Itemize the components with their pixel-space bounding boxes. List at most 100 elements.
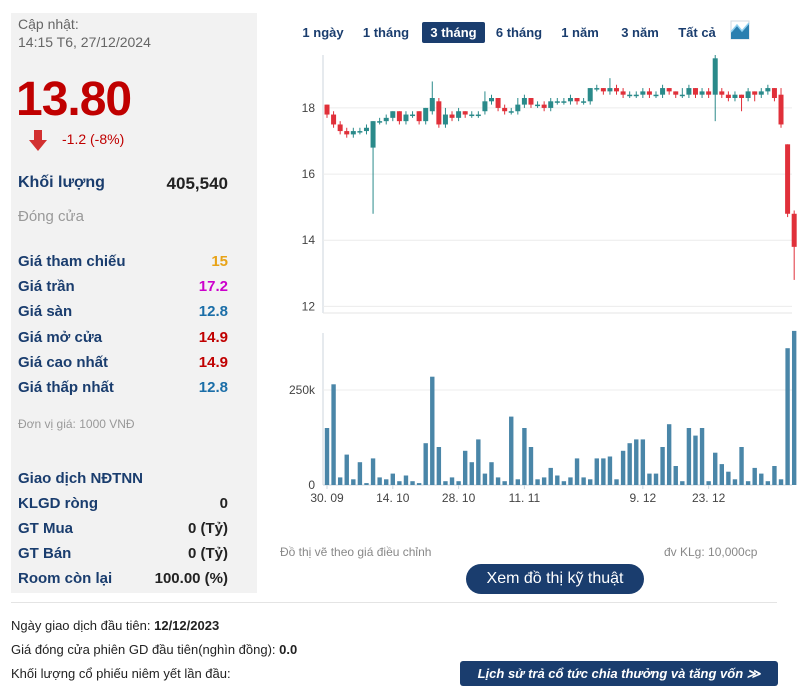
range-tab[interactable]: 6 tháng [488, 22, 550, 43]
volume-bar [699, 428, 705, 485]
volume-bar [337, 477, 343, 485]
volume-bar [581, 477, 586, 485]
candle-body [653, 94, 659, 97]
candle-body [581, 101, 587, 103]
volume-bar [410, 481, 415, 485]
volume-bar [759, 473, 764, 485]
volume-bar [765, 481, 771, 485]
candle-body [706, 91, 712, 95]
volume-bar [752, 467, 757, 485]
candle-body [627, 94, 633, 97]
volume-bar [462, 450, 468, 485]
volume-bar [522, 428, 527, 485]
first-close-row: Giá đóng cửa phiên GD đầu tiên(nghìn đồn… [11, 642, 297, 657]
volume-bar [541, 477, 547, 485]
range-tab[interactable]: 1 tháng [356, 22, 416, 43]
range-tab[interactable]: 3 năm [614, 22, 666, 43]
volume-bar [693, 435, 698, 485]
range-tab[interactable]: 3 tháng [422, 22, 485, 43]
volume-value: 405,540 [166, 174, 228, 193]
first-close-label: Giá đóng cửa phiên GD đầu tiên(nghìn đồn… [11, 642, 276, 657]
volume-bar [726, 471, 731, 485]
candle-body [403, 114, 409, 122]
candle-body [614, 88, 620, 92]
price-row-value: 17.2 [198, 278, 228, 295]
price-row-value: 12.8 [198, 303, 228, 320]
foreign-title: Giao dịch NĐTNN [18, 470, 144, 487]
candle-body [442, 114, 448, 125]
candle-body [449, 114, 455, 118]
volume-bar [331, 384, 336, 485]
candle-body [337, 124, 343, 132]
candle-body [535, 104, 541, 107]
dividend-history-button[interactable]: Lịch sử trả cổ tức chia thưởng và tăng v… [460, 661, 778, 686]
first-trade-row: Ngày giao dịch đầu tiên: 12/12/2023 [11, 618, 219, 633]
volume-bar [528, 447, 534, 485]
x-tick-label: 23. 12 [692, 491, 726, 505]
candle-body [482, 101, 488, 112]
price-row-label: Giá tham chiếu [18, 253, 126, 270]
candle-body [771, 88, 777, 98]
close-label: Đóng cửa [18, 208, 84, 225]
volume-tick-label: 250k [289, 383, 316, 397]
volume-bar [594, 458, 599, 485]
volume-bar [403, 475, 409, 485]
volume-bar [324, 428, 330, 485]
candle-body [390, 111, 396, 118]
candle-body [416, 111, 422, 122]
candle-body [739, 94, 745, 98]
technical-chart-button[interactable]: Xem đồ thị kỹ thuật [466, 564, 644, 594]
candle-body [758, 91, 764, 95]
candle-body [673, 91, 679, 95]
foreign-row-label: GT Mua [18, 520, 73, 537]
candle-body [666, 88, 672, 92]
volume-bar [482, 473, 488, 485]
foreign-row-value: 0 (Tỷ) [187, 545, 228, 562]
volume-bar [607, 456, 613, 485]
candle-body [350, 131, 356, 135]
volume-bar [351, 479, 356, 485]
volume-bar [390, 473, 395, 485]
candle-body [429, 98, 435, 112]
x-tick-label: 9. 12 [629, 491, 656, 505]
volume-bar [423, 443, 428, 485]
candle-body [396, 111, 402, 122]
price-tick-label: 18 [302, 101, 316, 115]
range-tab[interactable]: 1 ngày [296, 22, 350, 43]
listed-volume-label: Khối lượng cổ phiếu niêm yết lần đầu: [11, 666, 231, 681]
candle-body [383, 117, 389, 122]
candle-body [594, 88, 600, 90]
candle-body [732, 94, 738, 98]
chart-type-icon[interactable] [730, 20, 750, 40]
volume-bar [502, 481, 507, 485]
volume-bar [627, 443, 632, 485]
first-trade-value: 12/12/2023 [154, 618, 220, 633]
volume-bar [416, 483, 422, 485]
candle-body [521, 98, 527, 105]
candle-body [712, 58, 718, 95]
price-tick-label: 12 [302, 299, 316, 313]
range-tab[interactable]: 1 năm [556, 22, 604, 43]
price-row-label: Giá trần [18, 278, 75, 295]
foreign-row-value: 100.00 (%) [154, 570, 228, 587]
volume-bar [745, 481, 751, 485]
candle-body [725, 94, 731, 98]
x-tick-label: 14. 10 [376, 491, 410, 505]
candle-body [515, 104, 521, 112]
volume-tick-label: 0 [308, 478, 315, 492]
range-tab[interactable]: Tất cả [672, 22, 722, 43]
volume-bar [713, 452, 718, 485]
price-row-value: 12.8 [198, 379, 228, 396]
volume-bar [620, 450, 626, 485]
candle-body [778, 94, 784, 125]
volume-bar [588, 479, 593, 485]
volume-bar [476, 439, 481, 485]
volume-bar [640, 439, 646, 485]
candle-body [324, 104, 330, 115]
price-tick-label: 14 [302, 233, 316, 247]
volume-bar [647, 473, 652, 485]
candle-body [344, 131, 350, 135]
candle-body [719, 91, 725, 95]
volume-bar [732, 479, 738, 485]
volume-bar [397, 481, 402, 485]
